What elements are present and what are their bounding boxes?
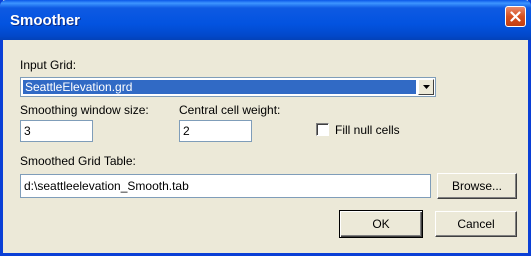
output-table-input[interactable]: d:\seattleelevation_Smooth.tab bbox=[20, 174, 431, 198]
fill-null-checkbox[interactable] bbox=[316, 123, 329, 136]
dropdown-button[interactable] bbox=[418, 79, 434, 95]
chevron-down-icon bbox=[422, 85, 430, 89]
close-button[interactable] bbox=[505, 6, 526, 27]
input-grid-dropdown[interactable]: SeattleElevation.grd bbox=[20, 77, 436, 97]
fill-null-label[interactable]: Fill null cells bbox=[335, 123, 400, 137]
smoother-dialog: Smoother Input Grid: SeattleElevation.gr… bbox=[0, 0, 531, 256]
title-bar[interactable]: Smoother bbox=[0, 0, 531, 40]
cancel-button[interactable]: Cancel bbox=[435, 211, 517, 237]
browse-button[interactable]: Browse... bbox=[437, 173, 517, 199]
smoothing-window-input[interactable]: 3 bbox=[20, 120, 93, 142]
output-table-path: d:\seattleelevation_Smooth.tab bbox=[24, 179, 189, 193]
ok-button[interactable]: OK bbox=[339, 210, 423, 238]
smoothing-window-label: Smoothing window size: bbox=[20, 103, 149, 117]
smoothing-window-value: 3 bbox=[24, 124, 31, 138]
dialog-title: Smoother bbox=[10, 12, 81, 29]
central-weight-input[interactable]: 2 bbox=[179, 120, 252, 142]
close-x-icon bbox=[510, 11, 521, 22]
output-table-label: Smoothed Grid Table: bbox=[20, 154, 136, 168]
input-grid-label: Input Grid: bbox=[20, 58, 77, 72]
central-weight-value: 2 bbox=[183, 124, 190, 138]
input-grid-selected-value: SeattleElevation.grd bbox=[23, 80, 416, 94]
central-weight-label: Central cell weight: bbox=[179, 103, 281, 117]
